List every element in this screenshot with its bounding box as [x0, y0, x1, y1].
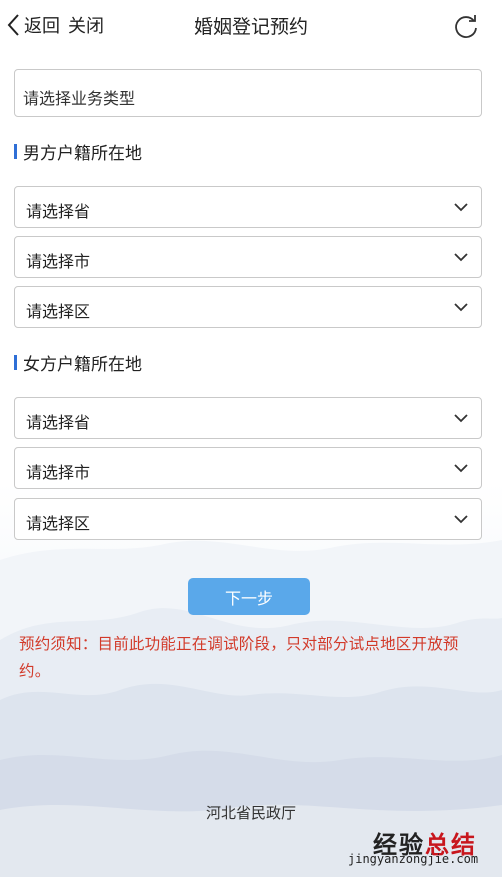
watermark-url: jingyanzongjie.com: [348, 852, 479, 866]
business-type-select[interactable]: 请选择业务类型: [14, 69, 482, 117]
page-title: 婚姻登记预约: [193, 16, 308, 38]
chevron-down-icon: [454, 303, 468, 312]
female-city-select[interactable]: 请选择市: [14, 447, 482, 489]
booking-notice: 预约须知：目前此功能正在调试阶段，只对部分试点地区开放预约。: [19, 635, 459, 680]
business-type-placeholder: 请选择业务类型: [23, 89, 136, 108]
refresh-icon[interactable]: [452, 12, 480, 40]
male-province-select[interactable]: 请选择省: [14, 186, 482, 228]
chevron-down-icon: [454, 414, 468, 423]
next-step-button[interactable]: 下一步: [188, 578, 310, 615]
top-navigation-bar: 返回 关闭 婚姻登记预约: [0, 0, 502, 48]
female-section-heading: 女方户籍所在地: [14, 350, 142, 375]
male-district-value: 请选择区: [26, 302, 91, 321]
male-section-label: 男方户籍所在地: [23, 144, 142, 164]
chevron-down-icon: [454, 253, 468, 262]
chevron-down-icon: [454, 515, 468, 524]
section-accent-bar: [14, 144, 17, 159]
male-city-select[interactable]: 请选择市: [14, 236, 482, 278]
chevron-down-icon: [454, 203, 468, 212]
female-district-select[interactable]: 请选择区: [14, 498, 482, 540]
male-city-value: 请选择市: [26, 252, 91, 271]
male-section-heading: 男方户籍所在地: [14, 139, 142, 164]
footer-organization: 河北省民政厅: [205, 804, 296, 822]
female-province-value: 请选择省: [26, 413, 91, 432]
female-district-value: 请选择区: [26, 514, 91, 533]
female-city-value: 请选择市: [26, 463, 91, 482]
female-province-select[interactable]: 请选择省: [14, 397, 482, 439]
male-district-select[interactable]: 请选择区: [14, 286, 482, 328]
male-province-value: 请选择省: [26, 202, 91, 221]
section-accent-bar: [14, 355, 17, 370]
chevron-down-icon: [454, 464, 468, 473]
female-section-label: 女方户籍所在地: [23, 355, 142, 375]
